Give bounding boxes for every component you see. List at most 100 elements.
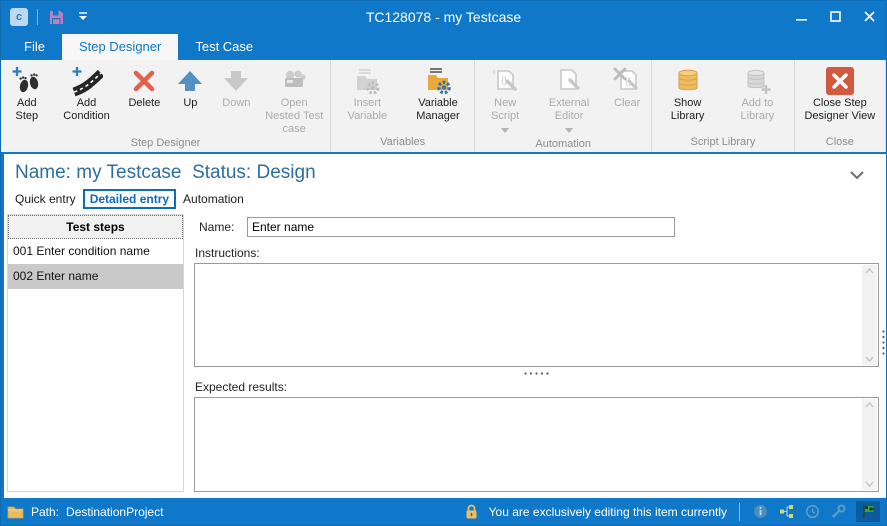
- titlebar: c TC128078 - my Testcase: [1, 1, 886, 32]
- add-condition-label: Add Condition: [55, 97, 119, 123]
- add-condition-button[interactable]: Add Condition: [52, 61, 122, 136]
- maximize-button[interactable]: [818, 1, 852, 32]
- expected-results-box: [194, 397, 879, 492]
- expected-results-label: Expected results:: [195, 380, 879, 394]
- expected-results-scrollbar[interactable]: [862, 399, 877, 490]
- test-steps-panel: Test steps 001 Enter condition name 002 …: [7, 214, 184, 492]
- ribbon-group-variables: Insert Variable Variable Manager Variabl…: [331, 60, 475, 152]
- subtab-quick-entry[interactable]: Quick entry: [8, 189, 83, 209]
- hierarchy-icon[interactable]: [778, 503, 795, 520]
- path-label: Path:: [31, 505, 59, 519]
- entry-subtabs: Quick entry Detailed entry Automation: [1, 189, 886, 209]
- new-script-label: New Script: [479, 97, 531, 123]
- titlebar-separator: [37, 9, 38, 25]
- step-name-input[interactable]: [247, 217, 675, 237]
- tab-test-case[interactable]: Test Case: [178, 34, 270, 60]
- header-status-label: Status:: [192, 162, 251, 183]
- show-library-button[interactable]: Show Library: [653, 61, 722, 135]
- group-label-close: Close: [796, 135, 884, 152]
- header-name-label: Name:: [15, 162, 71, 183]
- step-detail-form: Name: Instructions: Expected results:: [194, 214, 879, 492]
- up-arrow-icon: [174, 65, 206, 97]
- close-step-designer-button[interactable]: Close Step Designer View: [796, 61, 884, 135]
- variable-manager-button[interactable]: Variable Manager: [403, 61, 474, 135]
- open-nested-testcase-label: Open Nested Test case: [262, 97, 326, 136]
- test-steps-header: Test steps: [8, 215, 183, 239]
- clear-script-label: Clear: [614, 97, 640, 110]
- variable-manager-label: Variable Manager: [406, 97, 471, 123]
- clear-script-icon: {}: [611, 65, 643, 97]
- scroll-up-icon: [865, 268, 874, 274]
- external-editor-dropdown-icon: [565, 124, 573, 137]
- step-name-label: Name:: [199, 220, 247, 234]
- down-arrow-icon: [220, 65, 252, 97]
- ribbon-group-close: Close Step Designer View Close: [795, 60, 886, 152]
- folder-icon: [7, 503, 24, 520]
- history-icon[interactable]: [804, 503, 821, 520]
- delete-label: Delete: [128, 97, 160, 110]
- tab-step-designer[interactable]: Step Designer: [62, 34, 178, 60]
- header-name-value: my Testcase: [76, 162, 181, 183]
- add-to-library-label: Add to Library: [725, 97, 790, 123]
- app-window: c TC128078 - my Testcase File Step Desig…: [0, 0, 887, 526]
- external-editor-button: External Editor: [534, 61, 604, 137]
- add-step-button[interactable]: Add Step: [2, 61, 52, 136]
- group-label-automation: Automation: [476, 137, 650, 154]
- close-button[interactable]: [852, 1, 886, 32]
- scroll-up-icon: [865, 402, 874, 408]
- header-status-value: Design: [257, 162, 316, 183]
- group-label-step-designer: Step Designer: [2, 136, 329, 153]
- close-step-designer-icon: [824, 65, 856, 97]
- close-step-designer-label: Close Step Designer View: [799, 97, 881, 123]
- instructions-scrollbar[interactable]: [862, 265, 877, 365]
- collapse-chevron-icon[interactable]: [850, 167, 864, 185]
- external-editor-label: External Editor: [537, 97, 601, 123]
- open-nested-testcase-button: Open Nested Test case: [259, 61, 329, 136]
- ribbon-tab-row: File Step Designer Test Case: [1, 32, 886, 60]
- subtab-automation[interactable]: Automation: [176, 189, 251, 209]
- up-button[interactable]: Up: [167, 61, 213, 136]
- group-label-variables: Variables: [332, 135, 473, 152]
- quick-access-dropdown-icon[interactable]: [78, 8, 88, 26]
- exclusive-edit-message: You are exclusively editing this item cu…: [489, 505, 727, 519]
- checkin-flag-icon[interactable]: [856, 501, 880, 522]
- expected-results-textarea[interactable]: [195, 398, 861, 491]
- test-step-row-002[interactable]: 002 Enter name: [8, 264, 183, 289]
- open-nested-testcase-icon: [278, 65, 310, 97]
- test-step-row-001[interactable]: 001 Enter condition name: [8, 239, 183, 264]
- subtab-detailed-entry[interactable]: Detailed entry: [83, 189, 176, 209]
- insert-variable-icon: [351, 65, 383, 97]
- delete-button[interactable]: Delete: [121, 61, 167, 136]
- statusbar: Path: DestinationProject You are exclusi…: [1, 498, 886, 525]
- statusbar-separator: [739, 503, 740, 521]
- tools-icon[interactable]: [830, 503, 847, 520]
- insert-variable-button: Insert Variable: [332, 61, 403, 135]
- instructions-box: [194, 263, 879, 367]
- add-to-library-button: Add to Library: [722, 61, 793, 135]
- minimize-button[interactable]: [784, 1, 818, 32]
- content-area: Name: my Testcase Status: Design Quick e…: [1, 154, 886, 498]
- add-condition-icon: [71, 65, 103, 97]
- instructions-label: Instructions:: [195, 246, 879, 260]
- delete-icon: [128, 65, 160, 97]
- ribbon: Add Step Add Condition: [1, 60, 886, 154]
- vertical-splitter-handle[interactable]: [882, 330, 885, 361]
- window-title: TC128078 - my Testcase: [1, 9, 886, 25]
- insert-variable-label: Insert Variable: [335, 97, 400, 123]
- new-script-icon: {}: [489, 65, 521, 97]
- save-icon[interactable]: [47, 8, 64, 25]
- info-icon[interactable]: [752, 503, 769, 520]
- horizontal-splitter-handle[interactable]: [194, 367, 879, 380]
- scroll-down-icon: [865, 356, 874, 362]
- external-editor-icon: [553, 65, 585, 97]
- path-value: DestinationProject: [66, 505, 163, 519]
- add-to-library-icon: [741, 65, 773, 97]
- instructions-textarea[interactable]: [195, 264, 861, 366]
- app-icon[interactable]: c: [10, 8, 28, 26]
- tab-file[interactable]: File: [7, 34, 62, 60]
- detailed-entry-panel: Test steps 001 Enter condition name 002 …: [1, 212, 886, 498]
- ribbon-group-automation: {} New Script: [475, 60, 652, 152]
- ribbon-group-script-library: Show Library Add to Library Script Libra…: [652, 60, 795, 152]
- scroll-down-icon: [865, 481, 874, 487]
- up-label: Up: [183, 97, 197, 110]
